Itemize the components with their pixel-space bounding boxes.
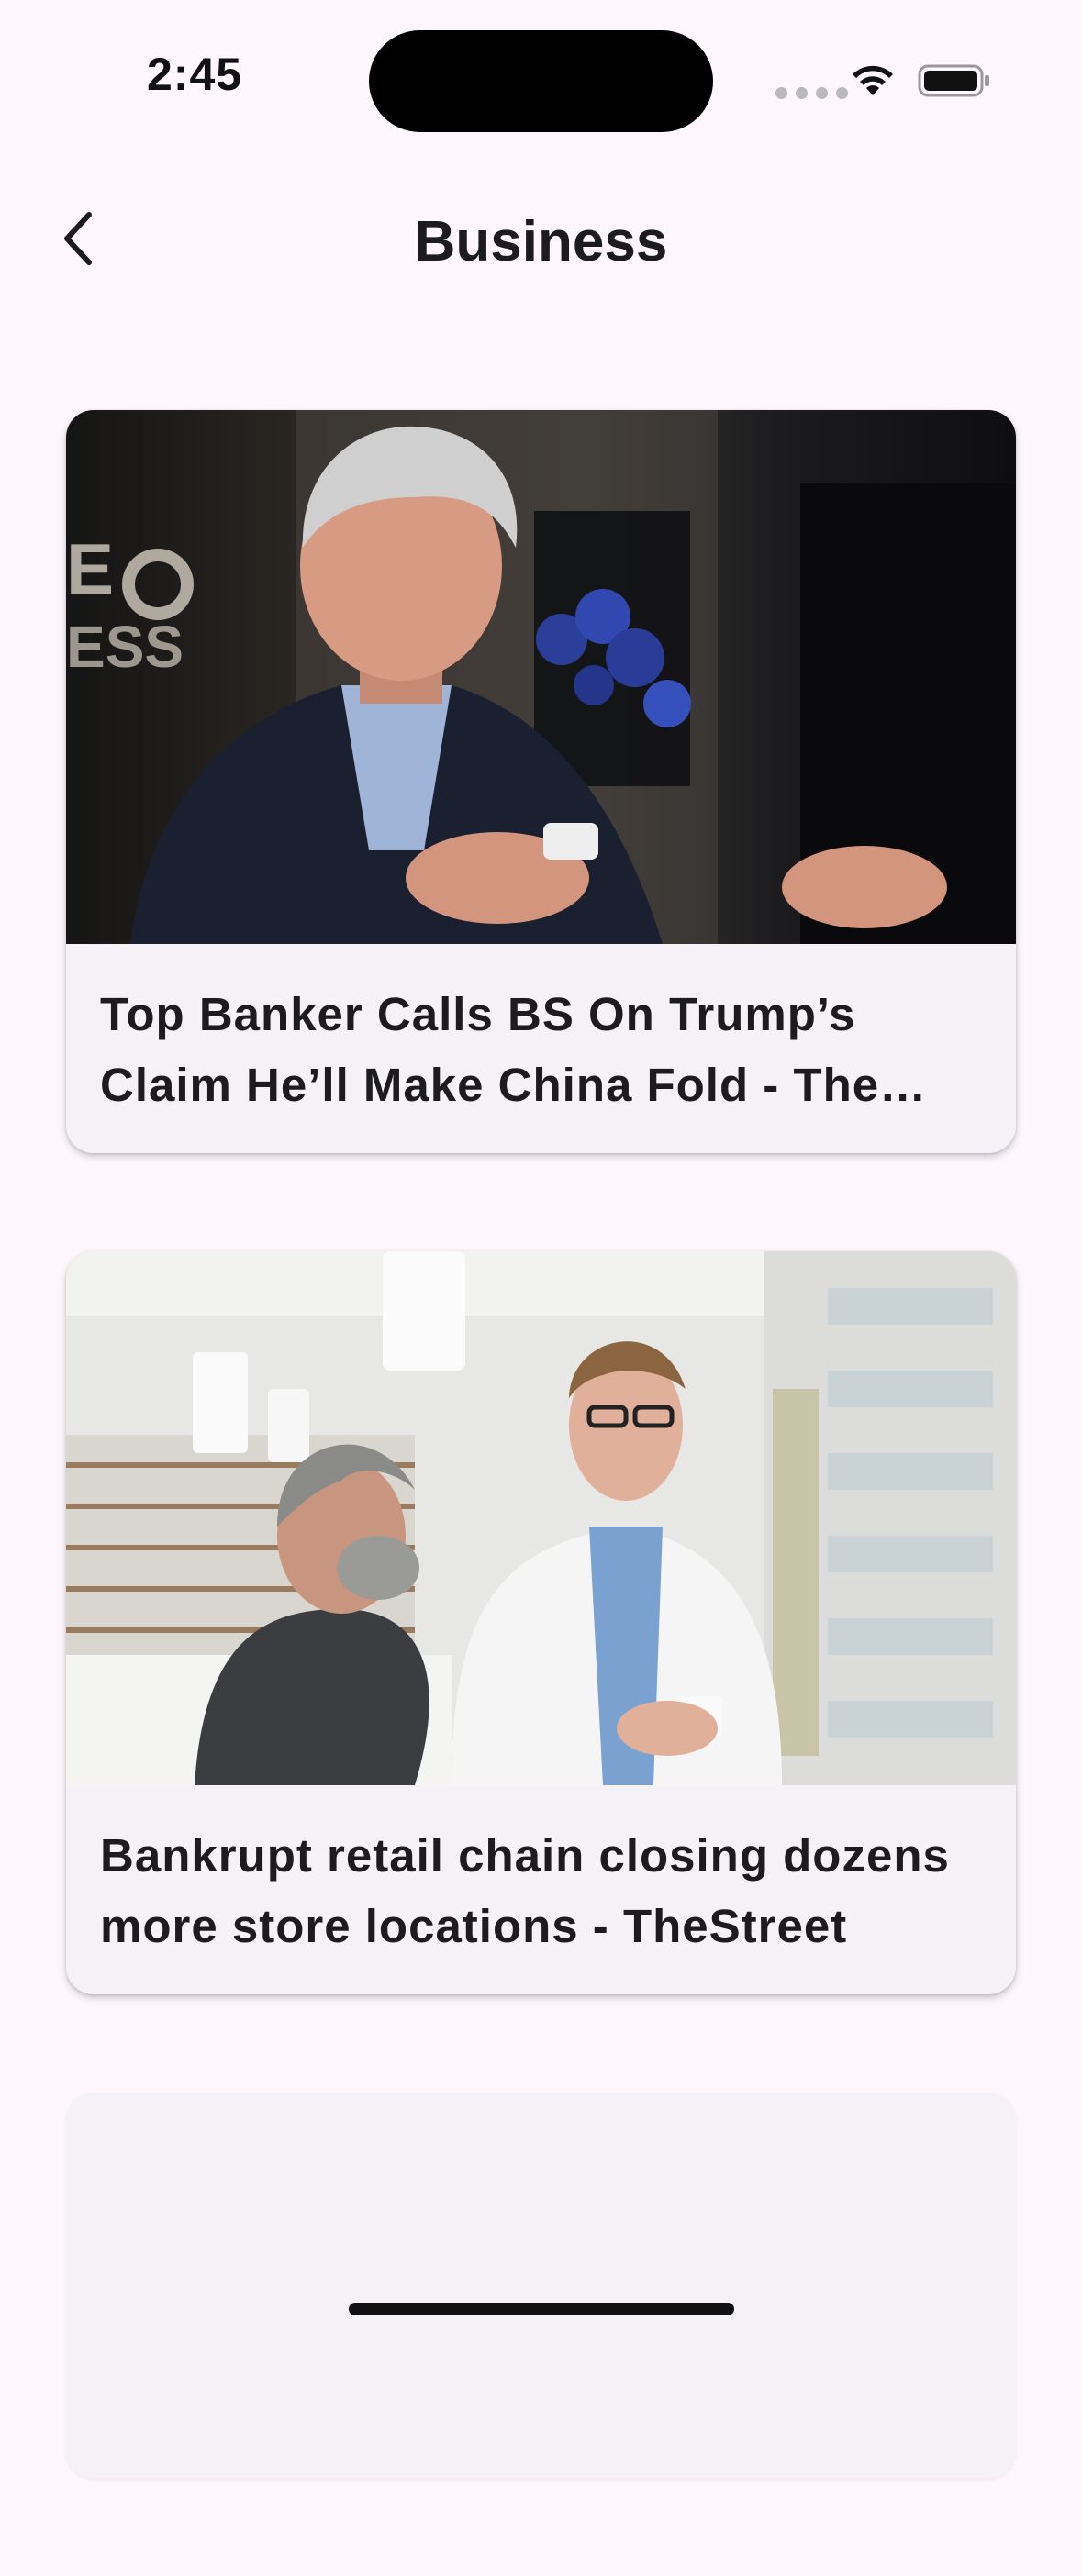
status-bar: 2:45 <box>0 0 1082 138</box>
article-title: Bankrupt retail chain closing dozens mor… <box>100 1829 950 1952</box>
article-card[interactable] <box>66 2093 1016 2478</box>
page-title: Business <box>414 210 668 273</box>
article-image: E ESS <box>66 410 1016 944</box>
home-indicator[interactable] <box>349 2303 734 2315</box>
app-bar: Business <box>0 174 1082 303</box>
article-list: E ESS Top Banker Calls BS On Trump’s Cla… <box>66 410 1016 2576</box>
article-card[interactable]: E ESS Top Banker Calls BS On Trump’s Cla… <box>66 410 1016 1153</box>
article-image <box>66 1251 1016 1785</box>
svg-text:E: E <box>66 528 114 609</box>
status-time: 2:45 <box>147 49 243 100</box>
battery-icon <box>918 64 989 97</box>
article-card[interactable]: Bankrupt retail chain closing dozens mor… <box>66 1251 1016 1994</box>
svg-text:ESS: ESS <box>66 614 184 680</box>
article-title: Top Banker Calls BS On Trump’s Claim He’… <box>100 988 880 1111</box>
dynamic-island <box>369 30 713 132</box>
wifi-icon <box>853 65 893 95</box>
cellular-signal-icon <box>775 87 848 99</box>
